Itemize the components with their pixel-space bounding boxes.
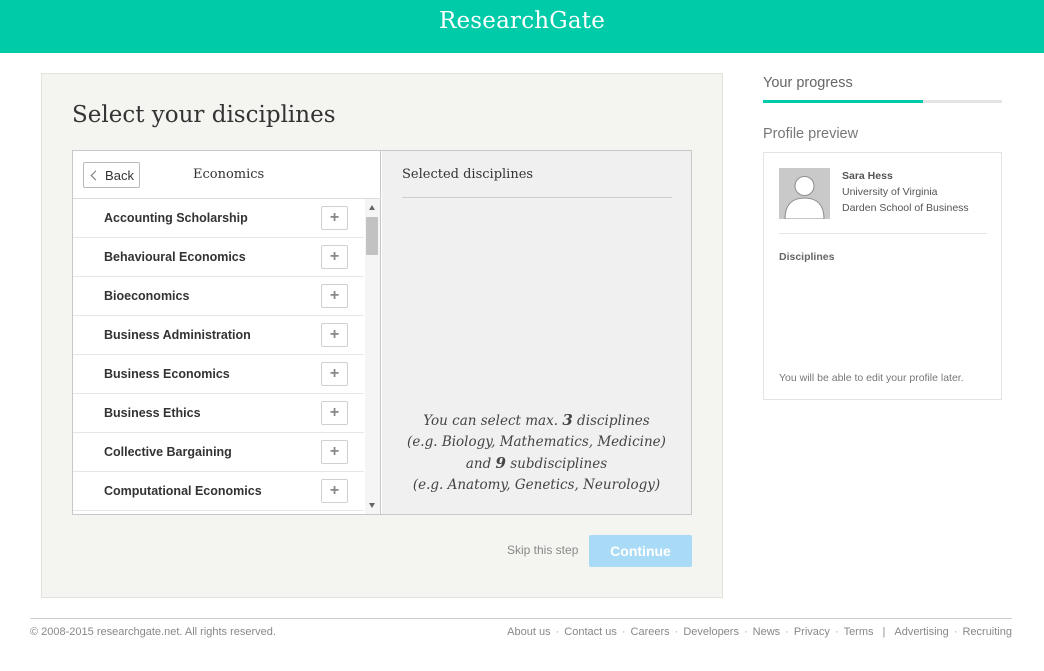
category-title: Economics bbox=[193, 167, 265, 182]
add-discipline-button[interactable]: + bbox=[321, 323, 348, 347]
list-item[interactable]: Business Ethics + bbox=[73, 394, 364, 433]
max-subdisciplines-count: 9 bbox=[495, 454, 506, 472]
profile-institution: University of Virginia bbox=[842, 186, 938, 198]
add-discipline-button[interactable]: + bbox=[321, 479, 348, 503]
user-silhouette-icon bbox=[779, 168, 830, 219]
footer-link-news[interactable]: News bbox=[753, 626, 781, 638]
plus-icon: + bbox=[329, 365, 340, 382]
max-disciplines-count: 3 bbox=[562, 411, 573, 429]
list-item[interactable]: Collective Bargaining + bbox=[73, 433, 364, 472]
profile-disciplines-label: Disciplines bbox=[779, 251, 835, 263]
list-item[interactable]: Computational Economics + bbox=[73, 472, 364, 511]
list-item[interactable]: Business Economics + bbox=[73, 355, 364, 394]
footer-link-developers[interactable]: Developers bbox=[683, 626, 739, 638]
scroll-thumb[interactable] bbox=[366, 217, 378, 255]
list-item[interactable]: Bioeconomics + bbox=[73, 277, 364, 316]
researchgate-logo[interactable]: ResearchGate bbox=[0, 8, 1044, 34]
footer-link-recruiting[interactable]: Recruiting bbox=[962, 626, 1012, 638]
selection-hint: You can select max. 3 disciplines (e.g. … bbox=[407, 411, 666, 493]
progress-bar bbox=[763, 100, 1002, 103]
divider bbox=[779, 233, 987, 234]
profile-department: Darden School of Business bbox=[842, 202, 969, 214]
footer-link-about-us[interactable]: About us bbox=[507, 626, 550, 638]
discipline-label: Collective Bargaining bbox=[104, 445, 232, 459]
profile-name: Sara Hess bbox=[842, 170, 893, 182]
continue-button[interactable]: Continue bbox=[589, 535, 692, 567]
add-discipline-button[interactable]: + bbox=[321, 362, 348, 386]
plus-icon: + bbox=[329, 404, 340, 421]
discipline-label: Computational Economics bbox=[104, 484, 262, 498]
list-item[interactable]: Business Administration + bbox=[73, 316, 364, 355]
footer-link-contact-us[interactable]: Contact us bbox=[564, 626, 617, 638]
footer-link-terms[interactable]: Terms bbox=[844, 626, 874, 638]
edit-profile-note: You will be able to edit your profile la… bbox=[779, 372, 964, 384]
divider bbox=[402, 197, 672, 198]
add-discipline-button[interactable]: + bbox=[321, 440, 348, 464]
progress-bar-fill bbox=[763, 100, 924, 103]
add-discipline-button[interactable]: + bbox=[321, 245, 348, 269]
discipline-label: Business Economics bbox=[104, 367, 230, 381]
profile-preview-title: Profile preview bbox=[763, 126, 859, 142]
add-discipline-button[interactable]: + bbox=[321, 401, 348, 425]
page-title: Select your disciplines bbox=[72, 102, 336, 128]
scroll-up-arrow-icon[interactable] bbox=[369, 205, 375, 210]
skip-step-link[interactable]: Skip this step bbox=[507, 543, 578, 557]
avatar bbox=[779, 168, 830, 219]
list-item[interactable]: Behavioural Economics + bbox=[73, 238, 364, 277]
discipline-browser: Back Economics Accounting Scholarship + … bbox=[73, 151, 381, 514]
discipline-label: Business Administration bbox=[104, 328, 251, 342]
list-item[interactable]: Accounting Scholarship + bbox=[73, 199, 364, 238]
browser-header: Back Economics bbox=[73, 151, 381, 199]
progress-title: Your progress bbox=[763, 75, 853, 91]
plus-icon: + bbox=[329, 482, 340, 499]
copyright-text: © 2008-2015 researchgate.net. All rights… bbox=[30, 626, 276, 638]
footer-link-privacy[interactable]: Privacy bbox=[794, 626, 830, 638]
chevron-left-icon bbox=[90, 170, 101, 180]
selected-disciplines-title: Selected disciplines bbox=[402, 167, 534, 182]
footer-link-careers[interactable]: Careers bbox=[631, 626, 670, 638]
plus-icon: + bbox=[329, 248, 340, 265]
top-bar: ResearchGate bbox=[0, 0, 1044, 53]
discipline-label: Bioeconomics bbox=[104, 289, 190, 303]
discipline-selection-card: Select your disciplines Back Economics A… bbox=[41, 73, 723, 598]
list-scrollbar[interactable] bbox=[365, 199, 380, 514]
discipline-picker: Back Economics Accounting Scholarship + … bbox=[72, 150, 692, 515]
profile-preview-card: Sara Hess University of Virginia Darden … bbox=[763, 152, 1002, 400]
discipline-label: Business Ethics bbox=[104, 406, 201, 420]
discipline-list: Accounting Scholarship + Behavioural Eco… bbox=[73, 199, 364, 514]
selected-disciplines-pane: Selected disciplines You can select max.… bbox=[382, 151, 691, 514]
plus-icon: + bbox=[329, 287, 340, 304]
discipline-label: Accounting Scholarship bbox=[104, 211, 248, 225]
back-button-label: Back bbox=[105, 167, 134, 183]
plus-icon: + bbox=[329, 326, 340, 343]
discipline-label: Behavioural Economics bbox=[104, 250, 246, 264]
add-discipline-button[interactable]: + bbox=[321, 284, 348, 308]
add-discipline-button[interactable]: + bbox=[321, 206, 348, 230]
footer-divider bbox=[30, 618, 1012, 619]
footer-link-advertising[interactable]: Advertising bbox=[894, 626, 948, 638]
plus-icon: + bbox=[329, 209, 340, 226]
footer-links: About us · Contact us · Careers · Developer… bbox=[507, 626, 1012, 638]
back-button[interactable]: Back bbox=[83, 162, 140, 188]
scroll-down-arrow-icon[interactable] bbox=[369, 503, 375, 508]
plus-icon: + bbox=[329, 443, 340, 460]
